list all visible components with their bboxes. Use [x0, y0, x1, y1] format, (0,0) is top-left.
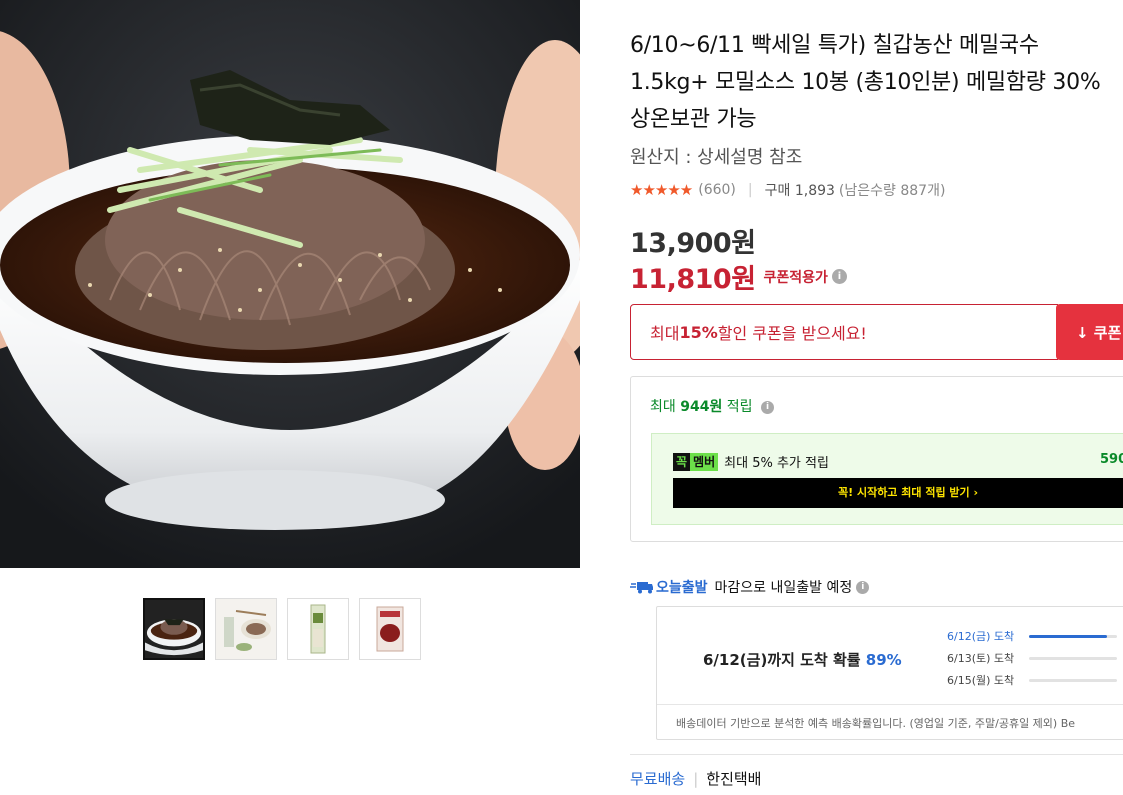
reward-prefix: 최대 — [650, 399, 681, 415]
carrier-name: 한진택배 — [706, 770, 762, 788]
membership-row: 꼭 멤버 최대 5% 추가 적립 — [673, 452, 829, 471]
membership-badge-m: 멤버 — [690, 452, 719, 471]
sale-price-row: 11,810원 쿠폰적용가 i — [630, 257, 847, 296]
delivery-date-label: 6/12(금) 도착 — [947, 630, 1015, 643]
probability-bar — [1029, 634, 1117, 638]
membership-badge: 꼭 멤버 — [673, 452, 719, 471]
original-price: 13,900원 — [630, 228, 756, 259]
rating-stars: ★★★★★ — [630, 181, 693, 199]
free-shipping-label: 무료배송 — [630, 770, 686, 788]
rating-row: ★★★★★ (660) | 구매 1,893 (남은수량 887개) — [630, 180, 945, 200]
membership-start-button[interactable]: 꼭! 시작하고 최대 적립 받기 › — [673, 478, 1123, 508]
delivery-main: 6/12(금)까지 도착 확률 89% — [703, 649, 902, 670]
remaining-quantity: (남은수량 887개) — [838, 183, 946, 199]
delivery-distribution-row: 6/13(토) 도착9 — [947, 647, 1123, 669]
thumbnail-list — [143, 598, 421, 660]
noodle-bowl-thumb-icon — [145, 600, 203, 658]
thumbnail-sauce-package[interactable] — [359, 598, 421, 660]
divider: | — [693, 770, 699, 788]
thumbnail-noodle-set[interactable] — [215, 598, 277, 660]
delivery-distribution: 6/12(금) 도착86/13(토) 도착96/15(월) 도착9 — [947, 625, 1123, 691]
thumbnail-noodle-package[interactable] — [287, 598, 349, 660]
coupon-text-prefix: 최대 — [650, 324, 680, 343]
delivery-date-label: 6/13(토) 도착 — [947, 652, 1015, 665]
reward-amount: 944원 — [680, 399, 723, 415]
probability-bar — [1029, 678, 1117, 682]
membership-amount: 590 — [1100, 452, 1123, 467]
review-count-link[interactable]: (660) — [698, 182, 736, 198]
reward-info-icon[interactable]: i — [761, 400, 774, 414]
divider — [657, 704, 1123, 705]
delivery-note: 배송데이터 기반으로 분석한 예측 배송확률입니다. (영업일 기준, 주말/공… — [676, 717, 1076, 730]
reward-suffix: 적립 — [722, 399, 753, 415]
delivery-distribution-row: 6/12(금) 도착8 — [947, 625, 1123, 647]
delivery-distribution-row: 6/15(월) 도착9 — [947, 669, 1123, 691]
reward-box: 최대 944원 적립 i 꼭 멤버 최대 5% 추가 적립 590 꼭! 시작하고… — [630, 376, 1123, 542]
delivery-main-pct: 89% — [865, 651, 902, 669]
noodle-package-thumb-icon — [288, 599, 348, 659]
product-main-image — [0, 0, 580, 568]
product-info-panel: 6/10~6/11 빡세일 특가) 칠갑농산 메밀국수 1.5kg+ 모밀소스 … — [630, 0, 1123, 795]
product-origin: 원산지 : 상세설명 참조 — [630, 147, 803, 168]
purchase-count: 구매 1,893 — [764, 183, 835, 199]
delivery-probability-box: 6/12(금)까지 도착 확률 89% 6/12(금) 도착86/13(토) 도… — [656, 606, 1123, 740]
coupon-percent: 15% — [679, 322, 718, 342]
noodle-set-thumb-icon — [216, 599, 276, 659]
noodle-bowl-photo — [0, 0, 580, 568]
probability-bar-fill — [1029, 634, 1108, 638]
membership-badge-k: 꼭 — [673, 452, 691, 471]
divider — [630, 754, 1123, 755]
product-title: 6/10~6/11 빡세일 특가) 칠갑농산 메밀국수 1.5kg+ 모밀소스 … — [630, 33, 1101, 132]
info-icon[interactable]: i — [831, 269, 847, 284]
delivery-date-label: 6/15(월) 도착 — [947, 674, 1015, 687]
ship-info-icon[interactable]: i — [856, 580, 870, 594]
thumbnail-noodle-bowl[interactable] — [143, 598, 205, 660]
probability-bar — [1029, 656, 1117, 660]
today-ship-label: 오늘출발 — [656, 580, 708, 596]
shipping-fee-row: 무료배송 | 한진택배 — [630, 768, 761, 789]
reward-line: 최대 944원 적립 i — [650, 396, 774, 416]
divider: | — [747, 182, 753, 198]
coupon-applied-label: 쿠폰적용가 — [763, 269, 828, 286]
membership-text: 최대 5% 추가 적립 — [724, 456, 829, 471]
truck-icon — [630, 582, 653, 594]
coupon-banner: 최대 15% 할인 쿠폰을 받으세요! — [630, 304, 1058, 360]
sauce-package-thumb-icon — [360, 599, 420, 659]
coupon-text-suffix: 할인 쿠폰을 받으세요! — [717, 324, 867, 343]
delivery-main-prefix: 6/12(금)까지 도착 확률 — [703, 651, 866, 669]
shipping-line: 오늘출발 마감으로 내일출발 예정 i — [630, 577, 870, 597]
sale-price: 11,810원 — [630, 264, 756, 295]
coupon-download-button[interactable]: ↓ 쿠폰 — [1056, 304, 1123, 360]
membership-box: 꼭 멤버 최대 5% 추가 적립 590 꼭! 시작하고 최대 적립 받기 › — [651, 433, 1123, 525]
ship-deadline: 마감으로 내일출발 예정 — [714, 580, 853, 596]
